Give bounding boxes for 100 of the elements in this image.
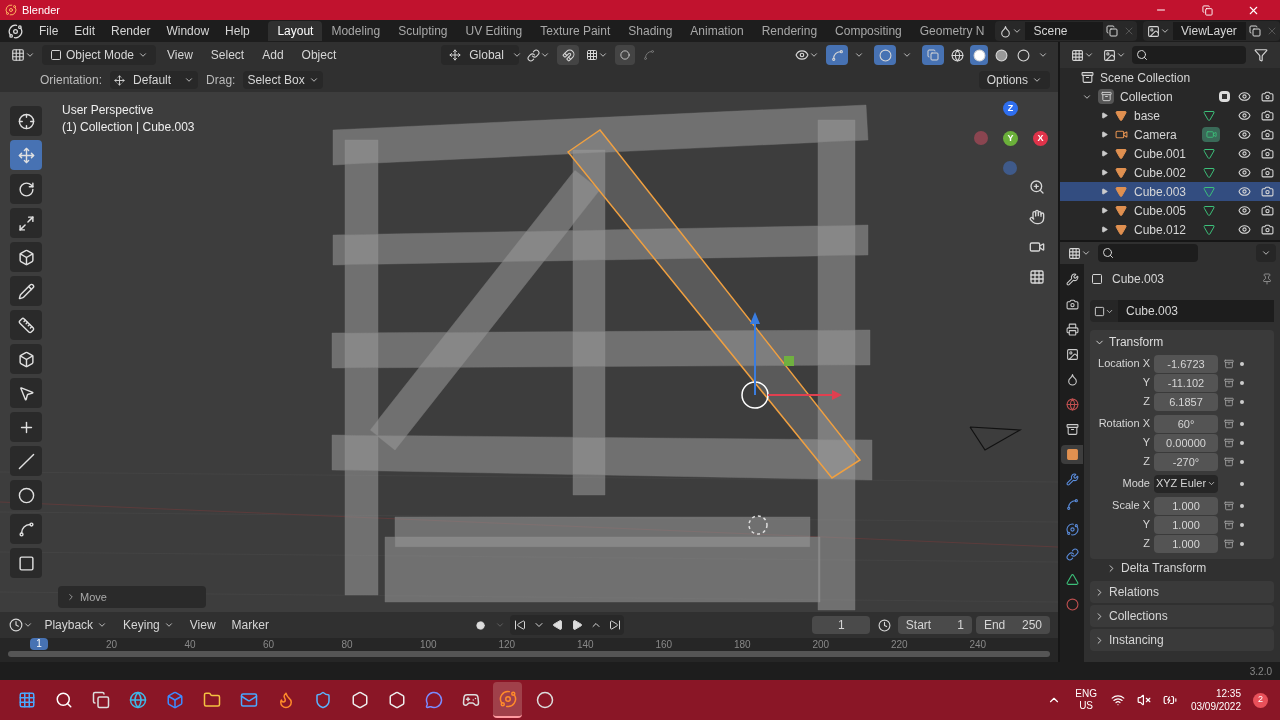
notification-badge[interactable]: 2 bbox=[1253, 692, 1268, 708]
search-field[interactable] bbox=[1098, 244, 1198, 262]
wireframe-shading-icon[interactable] bbox=[948, 48, 966, 62]
pointer-icon[interactable] bbox=[10, 378, 42, 408]
copy-icon[interactable] bbox=[1103, 25, 1121, 37]
panel-header[interactable]: Collections bbox=[1090, 605, 1274, 627]
menu-item[interactable]: View bbox=[183, 615, 222, 635]
scene-name-field[interactable]: Scene bbox=[1025, 22, 1103, 40]
number-field[interactable]: 60° bbox=[1154, 414, 1218, 433]
number-field[interactable]: -1.6723 bbox=[1154, 354, 1218, 373]
disclosure-triangle-icon[interactable] bbox=[1100, 226, 1108, 233]
clock-time[interactable]: 12:35 bbox=[1215, 687, 1241, 700]
transform-icon[interactable] bbox=[10, 242, 42, 272]
eye-icon[interactable] bbox=[1236, 185, 1252, 198]
square-icon[interactable] bbox=[10, 548, 42, 578]
menu-item[interactable]: Render bbox=[103, 21, 159, 41]
camera-icon[interactable] bbox=[1258, 204, 1276, 217]
copy-icon[interactable] bbox=[1246, 25, 1264, 37]
language-text[interactable]: ENG bbox=[1075, 688, 1097, 700]
eye-icon[interactable] bbox=[1236, 109, 1252, 122]
rotate-icon[interactable] bbox=[10, 174, 42, 204]
panel-header[interactable]: Instancing bbox=[1090, 629, 1274, 651]
disclosure-triangle-icon[interactable] bbox=[1100, 150, 1108, 157]
menu-item[interactable]: Playback bbox=[38, 615, 114, 635]
pin-icon[interactable] bbox=[1260, 273, 1274, 285]
eye-icon[interactable] bbox=[1236, 223, 1252, 236]
object-icon[interactable] bbox=[1061, 445, 1083, 464]
disclosure-triangle-icon[interactable] bbox=[1100, 112, 1108, 119]
outliner-item[interactable]: Scene Collection bbox=[1100, 68, 1191, 87]
proportional-edit-icon[interactable] bbox=[615, 45, 636, 65]
eye-icon[interactable] bbox=[1236, 147, 1252, 160]
number-field[interactable]: 0.00000 bbox=[1154, 433, 1218, 452]
mode-dropdown[interactable]: XYZ Euler bbox=[1154, 474, 1218, 493]
outliner-row[interactable]: Cube.001 bbox=[1060, 144, 1280, 163]
outliner-row[interactable]: Cube.002 bbox=[1060, 163, 1280, 182]
workspace-tab[interactable]: Sculpting bbox=[389, 21, 457, 41]
solid-shading-icon[interactable] bbox=[970, 45, 988, 65]
checkbox[interactable] bbox=[1219, 91, 1230, 102]
orientation-dropdown[interactable]: Global bbox=[441, 45, 520, 65]
workspace-tab[interactable]: Compositing bbox=[826, 21, 911, 41]
camera-icon[interactable] bbox=[1258, 90, 1276, 103]
last-operator-panel[interactable]: Move bbox=[58, 586, 206, 608]
panel-header[interactable]: Relations bbox=[1090, 581, 1274, 603]
camera-icon[interactable] bbox=[1258, 185, 1276, 198]
panel-header[interactable]: Transform bbox=[1090, 330, 1274, 354]
disclosure-triangle-icon[interactable] bbox=[1100, 169, 1108, 176]
workspace-tab[interactable]: Animation bbox=[681, 21, 753, 41]
snap-icon[interactable] bbox=[557, 45, 580, 65]
menu-item[interactable]: File bbox=[31, 21, 67, 41]
outliner-row[interactable]: Cube.012 bbox=[1060, 220, 1280, 239]
camera-icon[interactable] bbox=[1258, 223, 1276, 236]
number-field[interactable]: 1.000 bbox=[1154, 515, 1218, 534]
mode-dropdown[interactable]: Object Mode bbox=[42, 45, 157, 65]
overlay-icon[interactable] bbox=[874, 45, 896, 65]
number-field[interactable]: 1.000 bbox=[1154, 496, 1218, 515]
number-field[interactable]: -11.102 bbox=[1154, 373, 1218, 392]
menu-item[interactable]: Window bbox=[158, 21, 218, 41]
workspace-tab[interactable]: UV Editing bbox=[456, 21, 532, 41]
camera-icon[interactable] bbox=[1258, 128, 1276, 141]
xray-icon[interactable] bbox=[922, 45, 944, 65]
ruler-icon[interactable] bbox=[10, 310, 42, 340]
camera-icon[interactable] bbox=[1258, 147, 1276, 160]
region-text[interactable]: US bbox=[1079, 700, 1094, 712]
number-field[interactable]: 1.000 bbox=[1154, 534, 1218, 553]
timeline-scrollbar[interactable] bbox=[8, 651, 1050, 657]
menu-item[interactable]: Edit bbox=[66, 21, 104, 41]
disclosure-triangle-icon[interactable] bbox=[1100, 188, 1108, 195]
eye-icon[interactable] bbox=[1236, 166, 1252, 179]
camera-icon[interactable] bbox=[1258, 109, 1276, 122]
menu-item[interactable]: Object bbox=[294, 45, 344, 65]
plus-icon[interactable] bbox=[10, 412, 42, 442]
outliner-row[interactable]: Cube.003 bbox=[1060, 182, 1280, 201]
cube-icon[interactable] bbox=[10, 344, 42, 374]
menu-item[interactable]: Marker bbox=[225, 615, 275, 635]
eye-icon[interactable] bbox=[1236, 128, 1252, 141]
eye-icon[interactable] bbox=[1236, 90, 1252, 103]
workspace-tab[interactable]: Geometry N bbox=[910, 21, 994, 41]
pencil-icon[interactable] bbox=[10, 276, 42, 306]
gizmo-icon[interactable] bbox=[826, 45, 848, 65]
disclosure-triangle-icon[interactable] bbox=[1100, 131, 1108, 138]
current-frame-field[interactable]: 1 bbox=[812, 616, 871, 634]
menu-item[interactable]: Select bbox=[203, 45, 252, 65]
scale-icon[interactable] bbox=[10, 208, 42, 238]
clock-date[interactable]: 03/09/2022 bbox=[1190, 700, 1241, 713]
menu-item[interactable]: Keying bbox=[117, 615, 180, 635]
search-field[interactable] bbox=[1132, 46, 1246, 64]
number-field[interactable]: 6.1857 bbox=[1154, 392, 1218, 411]
view-layer-field[interactable]: ViewLayer bbox=[1173, 22, 1246, 40]
drag-dropdown[interactable]: Select Box bbox=[243, 71, 323, 89]
workspace-tab[interactable]: Shading bbox=[619, 21, 682, 41]
camera-icon[interactable] bbox=[1258, 166, 1276, 179]
cursor-icon[interactable] bbox=[10, 106, 42, 136]
move-icon[interactable] bbox=[10, 140, 42, 170]
menu-item[interactable]: Add bbox=[255, 45, 291, 65]
start-frame-field[interactable]: Start 1 bbox=[897, 616, 972, 634]
panel-header[interactable]: Delta Transform bbox=[1090, 557, 1274, 579]
orientation-dropdown[interactable]: Default bbox=[110, 71, 199, 89]
eye-icon[interactable] bbox=[1236, 204, 1252, 217]
curve-icon[interactable] bbox=[10, 514, 42, 544]
workspace-tab[interactable]: Texture Paint bbox=[531, 21, 620, 41]
